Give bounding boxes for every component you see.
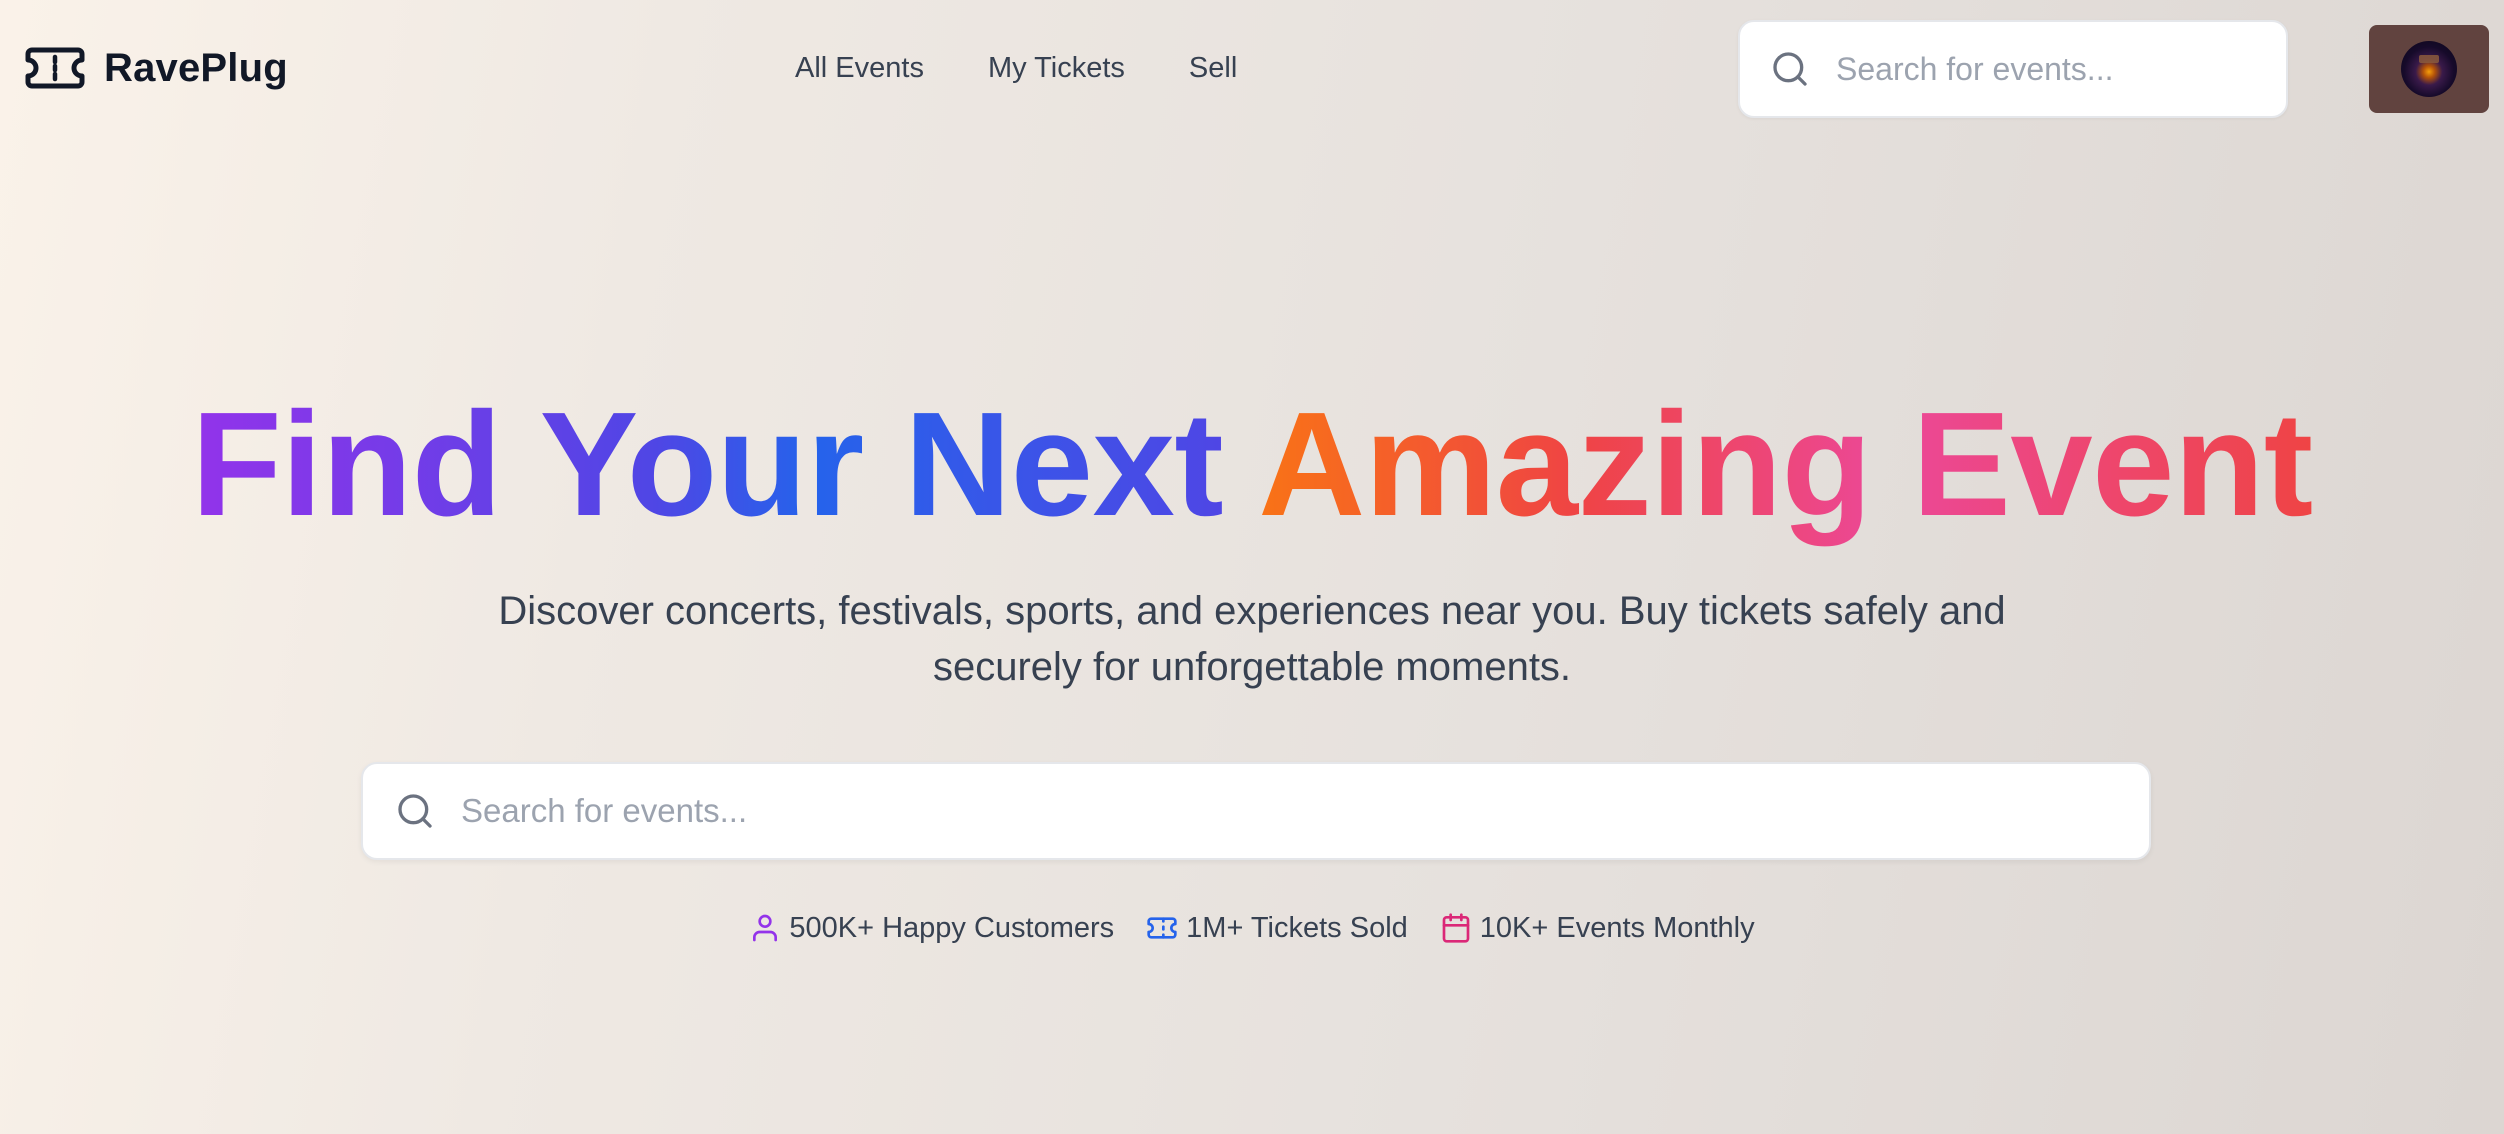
user-avatar <box>2401 41 2457 97</box>
header-search-input[interactable] <box>1836 50 2256 88</box>
brand-name: RavePlug <box>104 45 288 90</box>
ticket-icon <box>1147 917 1177 939</box>
stat-tickets-label: 1M+ Tickets Sold <box>1186 911 1408 944</box>
nav-all-events[interactable]: All Events <box>795 52 924 85</box>
stat-customers: 500K+ Happy Customers <box>749 912 1114 945</box>
user-icon <box>753 914 778 942</box>
hero-title-part2: Amazing Event <box>1258 382 2313 547</box>
user-menu-button[interactable] <box>2369 25 2489 113</box>
hero-title: Find Your Next Amazing Event <box>0 385 2504 545</box>
main-nav: All Events My Tickets Sell <box>795 48 1237 88</box>
stat-customers-label: 500K+ Happy Customers <box>789 911 1115 944</box>
brand-logo[interactable]: RavePlug <box>24 44 288 92</box>
stat-tickets: 1M+ Tickets Sold <box>1146 912 1408 945</box>
stats-bar: 500K+ Happy Customers 1M+ Tickets Sold 1… <box>0 908 2504 948</box>
hero-subtitle: Discover concerts, festivals, sports, an… <box>498 589 2006 689</box>
hero-search-box[interactable] <box>361 762 2151 860</box>
nav-my-tickets[interactable]: My Tickets <box>988 52 1125 85</box>
search-icon <box>1773 52 1807 86</box>
stat-events: 10K+ Events Monthly <box>1440 912 1755 945</box>
header-search-box[interactable] <box>1738 20 2288 118</box>
hero-title-part1: Find Your Next <box>191 382 1224 547</box>
search-icon <box>398 794 432 828</box>
ticket-icon <box>25 47 85 89</box>
calendar-icon <box>1442 913 1470 943</box>
top-navbar: RavePlug All Events My Tickets Sell <box>0 0 2504 136</box>
nav-sell[interactable]: Sell <box>1189 52 1237 85</box>
stat-events-label: 10K+ Events Monthly <box>1479 911 1755 944</box>
hero-search-input[interactable] <box>461 792 2101 830</box>
